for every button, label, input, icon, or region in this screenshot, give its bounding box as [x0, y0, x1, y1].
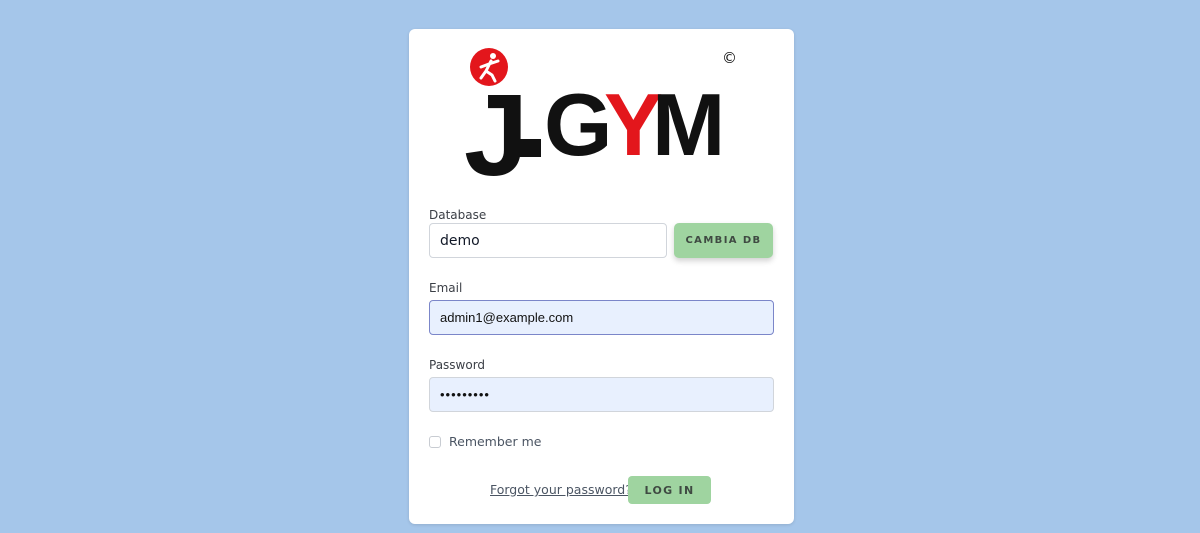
j-gym-logo: J G Y M © [464, 48, 737, 189]
logo-letter-j: J [464, 70, 529, 189]
password-field[interactable] [429, 377, 774, 412]
password-label: Password [429, 358, 486, 372]
logo-letter-g: G [544, 75, 612, 174]
logo-dash [511, 139, 541, 157]
login-card: J G Y M © Database CAMBIA DB Email Passw… [409, 29, 794, 524]
email-field[interactable] [429, 300, 774, 335]
database-label: Database [429, 208, 487, 222]
login-button[interactable]: LOG IN [628, 476, 711, 504]
database-input[interactable] [429, 223, 667, 258]
logo-letter-m: M [652, 75, 725, 174]
running-person-icon [470, 48, 508, 86]
copyright-symbol: © [722, 49, 737, 67]
remember-me-row[interactable]: Remember me [429, 434, 541, 449]
email-label: Email [429, 281, 463, 295]
forgot-password-link[interactable]: Forgot your password? [490, 482, 632, 497]
change-db-button[interactable]: CAMBIA DB [674, 223, 773, 258]
remember-me-label: Remember me [449, 434, 542, 449]
remember-me-checkbox[interactable] [429, 435, 441, 448]
